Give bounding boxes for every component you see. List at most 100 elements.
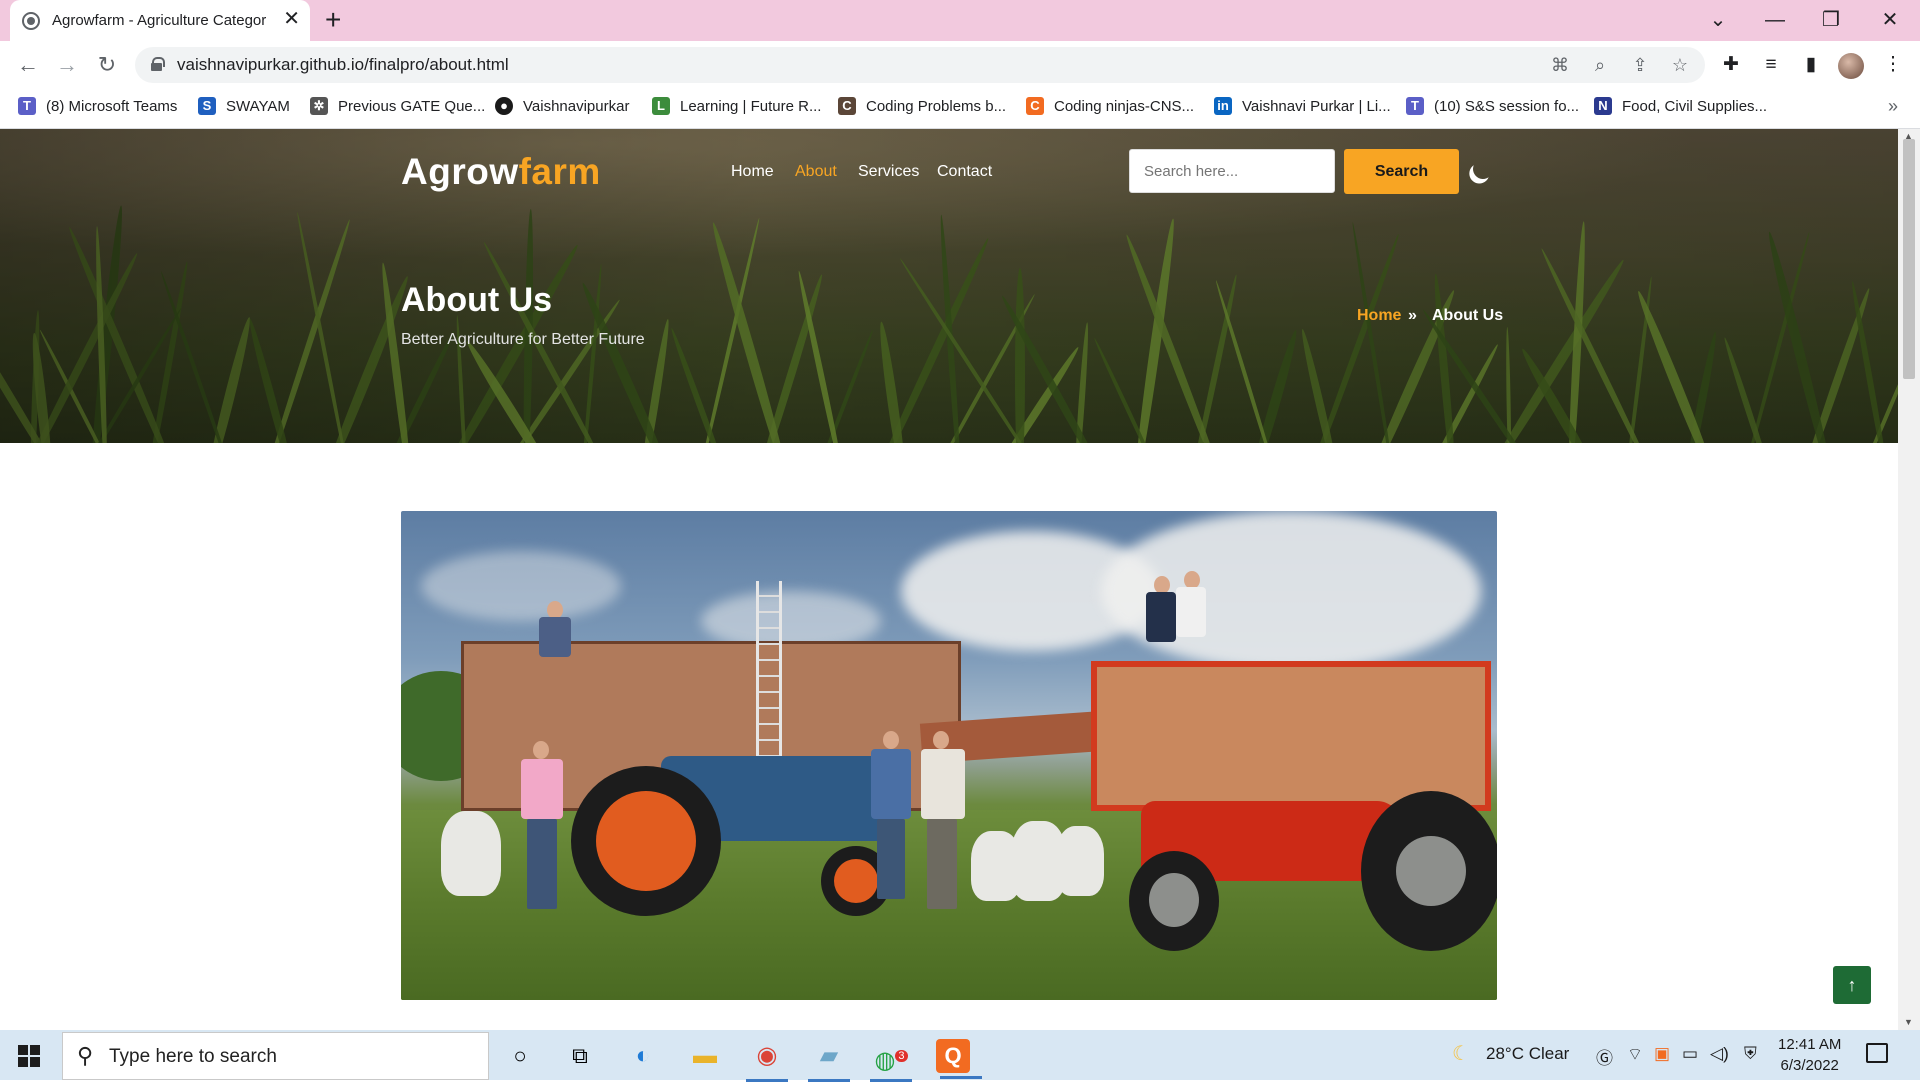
codechef-icon: C — [838, 97, 856, 115]
globe-icon — [22, 11, 40, 30]
clock-time: 12:41 AM — [1778, 1036, 1842, 1053]
menu-kebab-icon[interactable]: ⋮ — [1880, 51, 1906, 79]
bookmark-label: SWAYAM — [226, 97, 290, 115]
bookmark-label: Coding Problems b... — [866, 97, 1007, 115]
bookmark-label: Previous GATE Que... — [338, 97, 486, 115]
bookmark-linkedin[interactable]: in Vaishnavi Purkar | Li... — [1214, 97, 1391, 115]
weather-moon-icon: ☾ — [1452, 1043, 1470, 1065]
forward-icon[interactable]: → — [53, 51, 81, 79]
browser-tab-strip: Agrowfarm - Agriculture Categor ✕ + ⌄ — … — [0, 0, 1920, 41]
bookmark-github[interactable]: ● Vaishnavipurkar — [495, 97, 629, 115]
bookmark-label: Food, Civil Supplies... — [1622, 97, 1768, 115]
bookmark-label: (10) S&S session fo... — [1434, 97, 1580, 115]
media-control-icon[interactable]: ≡ — [1758, 51, 1784, 79]
windows-start-icon[interactable] — [18, 1045, 40, 1067]
bookmark-star-icon[interactable]: ☆ — [1667, 53, 1693, 77]
site-search-input[interactable] — [1129, 149, 1335, 193]
bookmark-label: Vaishnavipurkar — [523, 97, 630, 115]
security-shield-icon[interactable]: ⛨ — [1744, 1044, 1757, 1064]
scroll-down-icon[interactable]: ▼ — [1904, 1017, 1913, 1027]
taskbar-search-box[interactable]: ⚲ Type here to search — [62, 1032, 489, 1080]
share-icon[interactable]: ⇪ — [1627, 53, 1653, 77]
file-explorer-icon[interactable]: ▬ — [680, 1036, 730, 1076]
bookmark-gate[interactable]: ✲ Previous GATE Que... — [310, 97, 485, 115]
minimize-icon[interactable]: — — [1747, 4, 1803, 36]
back-to-top-button[interactable]: ↑ — [1833, 966, 1871, 1004]
hero-banner: Agrowfarm Home About Services Contact Se… — [0, 129, 1898, 443]
clock-date: 6/3/2022 — [1780, 1057, 1839, 1074]
address-bar[interactable]: vaishnavipurkar.github.io/finalpro/about… — [135, 47, 1705, 83]
grammarly-icon[interactable]: Ⓖ — [1596, 1044, 1613, 1069]
page-subtitle: Better Agriculture for Better Future — [401, 331, 645, 348]
linkedin-icon: in — [1214, 97, 1232, 115]
bookmarks-overflow-icon[interactable]: » — [1888, 96, 1898, 117]
quick-heal-icon[interactable]: Q — [936, 1039, 982, 1079]
back-icon[interactable]: ← — [14, 51, 42, 79]
edge-icon[interactable]: ◐ — [618, 1036, 668, 1076]
lock-icon — [151, 57, 165, 71]
bookmark-label: (8) Microsoft Teams — [46, 97, 178, 115]
teams-icon: T — [1406, 97, 1424, 115]
nav-about[interactable]: About — [795, 163, 837, 181]
learning-icon: L — [652, 97, 670, 115]
side-panel-icon[interactable]: ▮ — [1798, 51, 1824, 79]
page-scrollbar[interactable]: ▲ ▼ — [1898, 129, 1920, 1030]
bookmark-swayam[interactable]: S SWAYAM — [198, 97, 290, 115]
bookmark-learning[interactable]: L Learning | Future R... — [652, 97, 821, 115]
bookmark-label: Coding ninjas-CNS... — [1054, 97, 1195, 115]
bookmark-codingninjas[interactable]: C Coding ninjas-CNS... — [1026, 97, 1194, 115]
logo-main: Agrow — [401, 151, 519, 192]
tab-search-icon[interactable]: ⌄ — [1690, 4, 1746, 36]
breadcrumb-separator: » — [1408, 307, 1417, 324]
chrome-icon[interactable]: ◉ — [742, 1036, 792, 1082]
zoom-icon[interactable]: ⌕ — [1587, 53, 1613, 77]
notifications-icon[interactable] — [1866, 1043, 1888, 1063]
codingninjas-icon: C — [1026, 97, 1044, 115]
whatsapp-icon[interactable]: ◍ 3 — [866, 1036, 916, 1082]
site-search-button[interactable]: Search — [1344, 149, 1459, 194]
close-window-icon[interactable]: ✕ — [1862, 4, 1918, 36]
tab-title: Agrowfarm - Agriculture Categor — [52, 12, 267, 29]
restore-icon[interactable]: ❐ — [1803, 4, 1859, 36]
site-logo[interactable]: Agrowfarm — [401, 151, 601, 193]
nic-icon: N — [1594, 97, 1612, 115]
battery-icon[interactable]: ▭ — [1682, 1044, 1698, 1064]
cortana-icon[interactable]: ○ — [495, 1036, 545, 1076]
taskbar-clock[interactable]: 12:41 AM 6/3/2022 — [1778, 1034, 1841, 1076]
close-tab-icon[interactable]: ✕ — [283, 9, 300, 29]
taskbar-search-placeholder: Type here to search — [109, 1046, 277, 1067]
breadcrumb-home[interactable]: Home — [1357, 307, 1401, 325]
bookmark-label: Learning | Future R... — [680, 97, 822, 115]
breadcrumb-current: About Us — [1432, 307, 1504, 324]
scrollbar-thumb[interactable] — [1903, 139, 1915, 379]
bookmark-label: Vaishnavi Purkar | Li... — [1242, 97, 1391, 115]
weather-text[interactable]: 28°C Clear — [1486, 1044, 1569, 1064]
nav-contact[interactable]: Contact — [937, 163, 992, 181]
browser-toolbar: ← → ↻ vaishnavipurkar.github.io/finalpro… — [0, 41, 1920, 89]
bookmark-teams-session[interactable]: T (10) S&S session fo... — [1406, 97, 1579, 115]
gate-icon: ✲ — [310, 97, 328, 115]
translate-icon[interactable]: ⌘ — [1547, 53, 1573, 77]
profile-avatar[interactable] — [1838, 53, 1864, 79]
windows-taskbar: ⚲ Type here to search ○ ⧉ ◐ ▬ ◉ ▰ ◍ 3 Q ☾… — [0, 1030, 1920, 1082]
teams-icon: T — [18, 97, 36, 115]
reload-icon[interactable]: ↻ — [93, 51, 121, 79]
nav-home[interactable]: Home — [731, 163, 774, 181]
wifi-icon[interactable]: ⌔ — [1627, 1044, 1643, 1065]
bookmark-food-civil[interactable]: N Food, Civil Supplies... — [1594, 97, 1767, 115]
browser-tab[interactable]: Agrowfarm - Agriculture Categor ✕ — [10, 0, 310, 41]
bookmark-codechef[interactable]: C Coding Problems b... — [838, 97, 1006, 115]
notification-badge: 3 — [895, 1050, 908, 1062]
volume-icon[interactable]: ◁) — [1710, 1044, 1729, 1064]
extensions-icon[interactable]: ✚ — [1718, 51, 1744, 79]
new-tab-icon[interactable]: + — [325, 6, 341, 34]
page-viewport: Agrowfarm Home About Services Contact Se… — [0, 129, 1898, 1030]
quick-heal-tray-icon[interactable]: ▣ — [1654, 1044, 1670, 1064]
logo-accent: farm — [518, 151, 601, 192]
task-view-icon[interactable]: ⧉ — [555, 1036, 605, 1076]
bookmark-teams[interactable]: T (8) Microsoft Teams — [18, 97, 177, 115]
nav-services[interactable]: Services — [858, 163, 919, 181]
url-text: vaishnavipurkar.github.io/finalpro/about… — [177, 55, 509, 74]
page-title: About Us — [401, 281, 553, 319]
notepad-icon[interactable]: ▰ — [804, 1036, 854, 1082]
